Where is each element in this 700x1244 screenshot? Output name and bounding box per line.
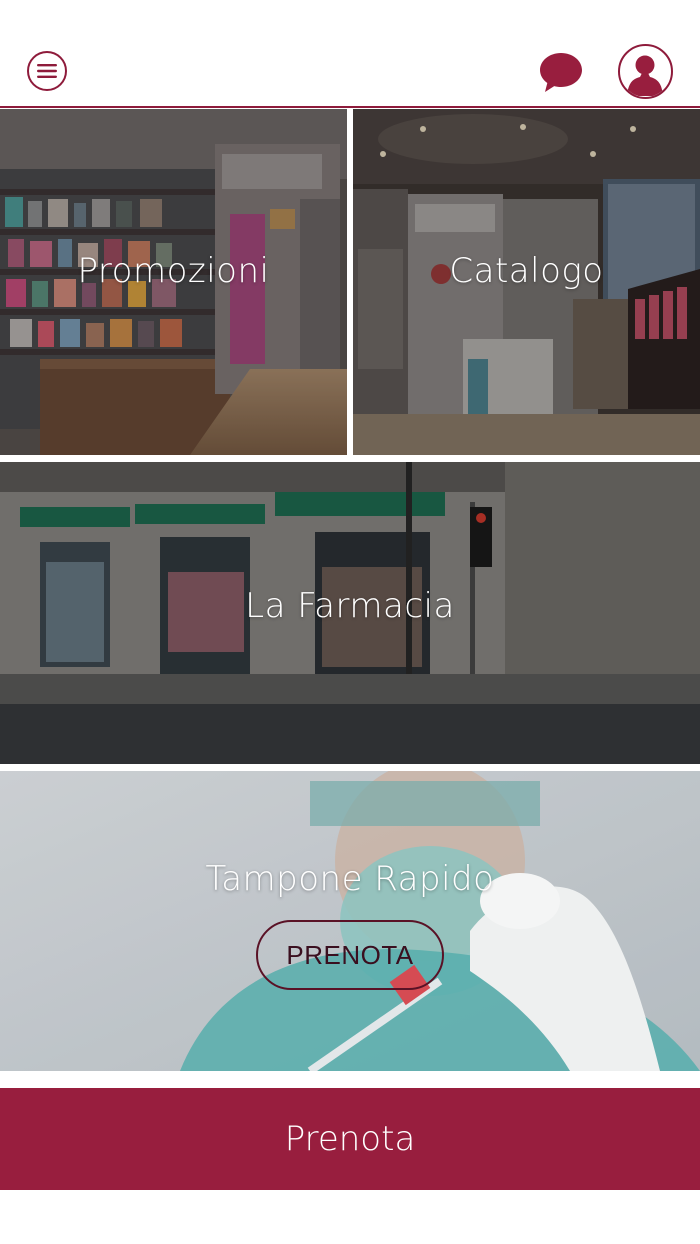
user-profile-icon — [627, 55, 663, 96]
app-header — [0, 0, 700, 108]
tampone-prenota-button[interactable]: PRENOTA — [256, 920, 444, 990]
la-farmacia-tile[interactable]: La Farmacia — [0, 462, 700, 764]
la-farmacia-label: La Farmacia — [245, 586, 455, 626]
profile-button[interactable] — [618, 44, 673, 99]
tampone-rapido-label: Tampone Rapido — [205, 859, 495, 899]
hamburger-menu-icon — [37, 64, 57, 78]
chat-bubble-icon — [540, 53, 582, 92]
prenota-button[interactable]: Prenota — [0, 1088, 700, 1190]
chat-button[interactable] — [539, 51, 583, 93]
promozioni-label: Promozioni — [77, 251, 270, 291]
catalogo-label: Catalogo — [449, 251, 604, 291]
promozioni-tile[interactable]: Promozioni — [0, 109, 347, 455]
catalogo-tile[interactable]: Catalogo — [353, 109, 700, 455]
menu-button[interactable] — [27, 51, 67, 91]
